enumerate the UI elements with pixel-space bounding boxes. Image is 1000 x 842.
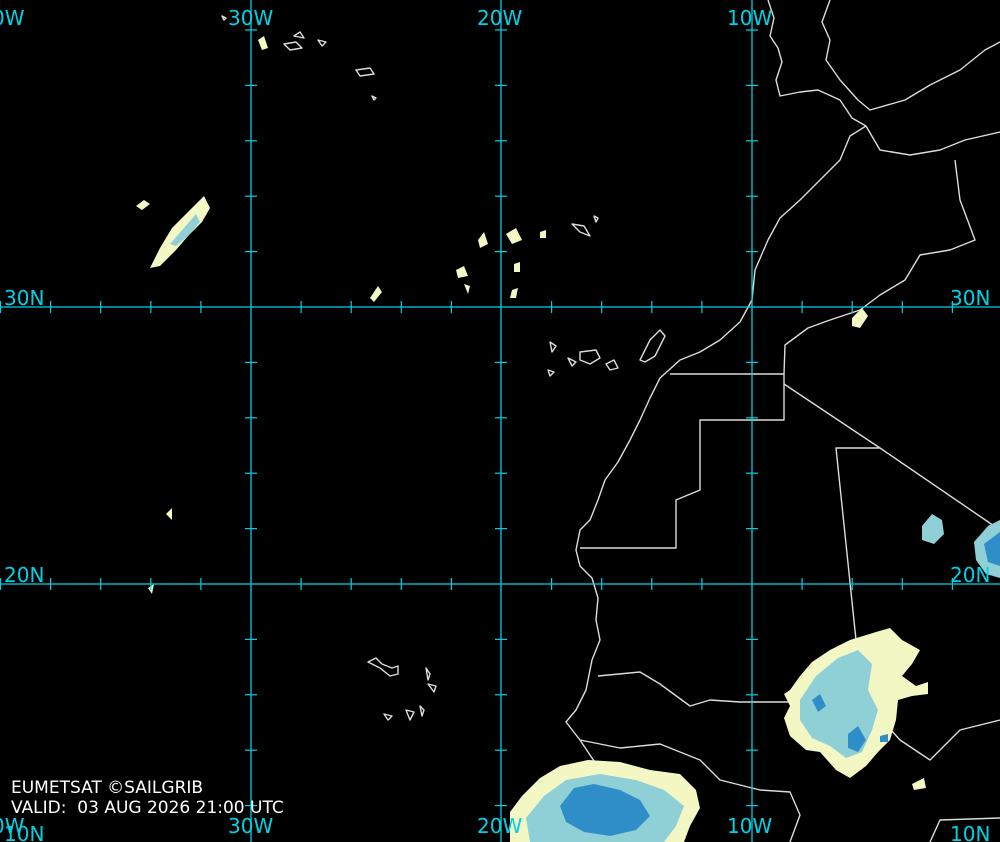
lon-label-bottom-30w: 30W [228, 814, 274, 838]
cloud-patch-azores-3 [258, 36, 268, 50]
cloud-patch-madeira-1 [478, 232, 488, 248]
cloud-patch-morocco [852, 308, 868, 328]
cape-verde-islands [367, 657, 437, 721]
satellite-map[interactable]: 0W 30W 20W 10W 30W 20W 10W 0W 30N 20N 10… [0, 0, 1000, 842]
cloud-patch-mid-4 [464, 284, 470, 294]
lat-label-right-20n: 20N [950, 563, 991, 587]
cloud-cover [136, 36, 1000, 842]
valid-time-caption: VALID: 03 AUG 2026 21:00 UTC [11, 798, 284, 818]
mali-algeria-border [879, 447, 1000, 531]
canary-islands [547, 329, 666, 377]
lon-label-bottom-20w: 20W [477, 814, 523, 838]
cloud-patch-madeira-3 [540, 230, 546, 238]
cloud-patch-azores-1 [150, 196, 210, 268]
cloud-patch-mid-2 [370, 286, 382, 302]
western-sahara-border [580, 374, 785, 549]
lon-label-top-20w: 20W [477, 6, 523, 30]
lat-label-left-20n: 20N [4, 563, 45, 587]
cloud-patch-atlantic-south [166, 508, 172, 520]
madeira-islands [571, 215, 599, 237]
cloud-patch-azores-2 [136, 200, 150, 210]
lat-label-right-10n: 10N [950, 822, 991, 842]
north-africa-coast [865, 125, 1000, 156]
cloud-patch-sahara-east-1 [922, 514, 944, 544]
portugal-coast [767, 0, 867, 127]
lon-label-top-30w: 30W [228, 6, 274, 30]
cloud-patch-madeira-2 [506, 228, 522, 244]
lat-label-left-30n: 30N [4, 286, 45, 310]
cloud-patch-mid-3 [514, 262, 520, 272]
cloud-patch-mali-south [912, 778, 926, 790]
lon-label-top-10w: 10W [727, 6, 773, 30]
lon-label-top-corner: 0W [0, 6, 25, 30]
cloud-patch-mid-5 [510, 288, 518, 298]
map-canvas [0, 0, 1000, 842]
iberia-coast [821, 0, 1000, 111]
cloud-patch-mid-1 [456, 266, 468, 278]
credit-caption: EUMETSAT ©SAILGRIB [11, 778, 204, 798]
lat-label-left-10n: 10N [4, 822, 45, 842]
lon-label-bottom-10w: 10W [727, 814, 773, 838]
senegal-border [597, 671, 760, 707]
lat-label-right-30n: 30N [950, 286, 991, 310]
